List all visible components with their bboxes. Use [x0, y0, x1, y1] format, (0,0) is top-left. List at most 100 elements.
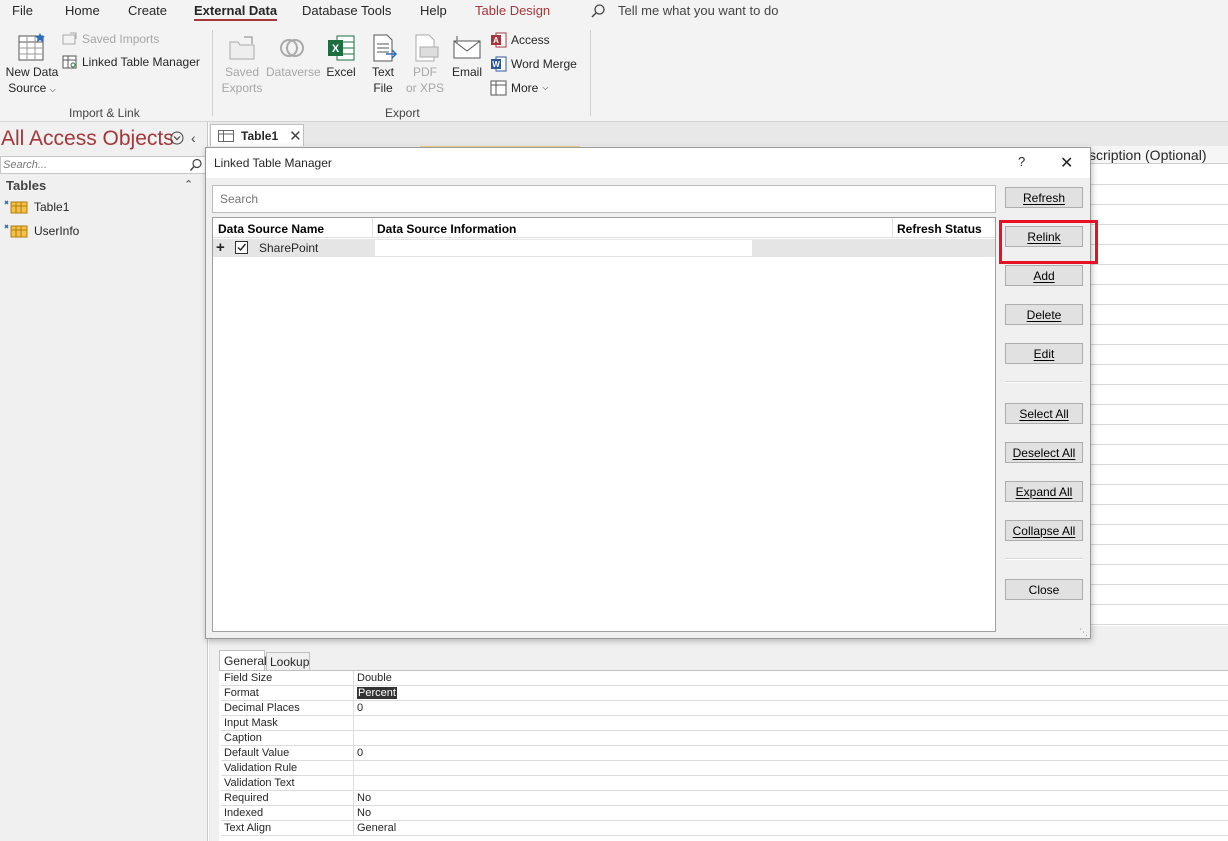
property-value[interactable]: Percent: [357, 687, 397, 699]
email-export-button[interactable]: Email: [448, 32, 486, 80]
nav-pane-title[interactable]: All Access Objects: [1, 127, 174, 151]
expand-icon[interactable]: +: [216, 239, 225, 256]
linked-table-manager-button[interactable]: Linked Table Manager: [62, 55, 200, 69]
property-row[interactable]: Format Percent: [221, 686, 1228, 701]
refresh-button[interactable]: Refresh: [1005, 187, 1083, 208]
select-all-button[interactable]: Select All: [1005, 403, 1083, 424]
property-row[interactable]: Required No: [221, 791, 1228, 806]
property-value[interactable]: No: [357, 792, 371, 804]
close-icon[interactable]: ✕: [289, 127, 302, 145]
pdf-xps-label-2: or XPS: [405, 81, 444, 95]
tab-table-design[interactable]: Table Design: [475, 3, 550, 18]
pdf-xps-export-button[interactable]: PDF or XPS: [404, 32, 446, 96]
saved-exports-icon: [229, 36, 255, 60]
dialog-titlebar: Linked Table Manager ? ✕: [206, 148, 1090, 178]
tab-home[interactable]: Home: [65, 3, 100, 18]
dialog-search-input[interactable]: [213, 186, 983, 212]
property-name: Indexed: [224, 807, 264, 819]
tab-external-data[interactable]: External Data: [194, 3, 278, 21]
lightbulb-search-icon[interactable]: [590, 3, 606, 22]
document-tab-table1[interactable]: Table1 ✕: [210, 124, 304, 146]
column-header-refresh-status[interactable]: Refresh Status: [897, 222, 982, 236]
property-tab-general[interactable]: General: [219, 650, 267, 670]
help-icon[interactable]: ?: [1018, 154, 1025, 169]
deselect-all-button[interactable]: Deselect All: [1005, 442, 1083, 463]
delete-button[interactable]: Delete: [1005, 304, 1083, 325]
close-button[interactable]: Close: [1005, 579, 1083, 600]
description-column-header: scription (Optional): [1089, 147, 1207, 163]
property-row[interactable]: Indexed No: [221, 806, 1228, 821]
property-name: Required: [224, 792, 269, 804]
dataverse-label: Dataverse: [266, 65, 321, 79]
edit-button[interactable]: Edit: [1005, 343, 1083, 364]
access-export-button[interactable]: A Access: [490, 32, 550, 48]
dialog-search-box[interactable]: [212, 185, 996, 213]
expand-all-button[interactable]: Expand All: [1005, 481, 1083, 502]
new-data-source-icon: [18, 33, 45, 61]
nav-item-table1[interactable]: Table1: [4, 200, 69, 214]
text-file-label-1: Text: [371, 65, 394, 79]
collapse-all-button[interactable]: Collapse All: [1005, 520, 1083, 541]
more-label: More: [511, 81, 539, 95]
property-name: Decimal Places: [224, 702, 300, 714]
more-icon: [490, 80, 507, 96]
nav-item-userinfo[interactable]: UserInfo: [4, 224, 79, 238]
property-divider: [353, 806, 354, 821]
property-value[interactable]: 0: [357, 702, 363, 714]
close-icon[interactable]: ✕: [1060, 153, 1073, 173]
tab-help[interactable]: Help: [420, 3, 447, 18]
row-checkbox[interactable]: [235, 241, 248, 254]
chevron-up-icon[interactable]: ⌃: [184, 178, 193, 191]
excel-export-button[interactable]: X Excel: [322, 32, 360, 80]
text-file-icon: [373, 34, 398, 62]
saved-exports-button[interactable]: Saved Exports: [220, 32, 264, 96]
property-value[interactable]: General: [357, 822, 396, 834]
linked-table-manager-label: Linked Table Manager: [82, 55, 200, 69]
property-divider: [353, 716, 354, 731]
import-link-group-label: Import & Link: [69, 106, 140, 120]
nav-search-input[interactable]: [1, 157, 181, 173]
property-row[interactable]: Decimal Places 0: [221, 701, 1228, 716]
column-header-data-source-info[interactable]: Data Source Information: [377, 222, 516, 236]
nav-section-tables[interactable]: Tables: [6, 178, 46, 193]
dataverse-button[interactable]: Dataverse: [266, 32, 321, 80]
property-tab-lookup[interactable]: Lookup: [266, 652, 310, 670]
text-file-label-2: File: [373, 81, 393, 95]
add-button[interactable]: Add: [1005, 265, 1083, 286]
property-row[interactable]: Text Align General: [221, 821, 1228, 836]
property-row[interactable]: Input Mask: [221, 716, 1228, 731]
saved-imports-button[interactable]: Saved Imports: [62, 32, 159, 46]
property-row[interactable]: Caption: [221, 731, 1228, 746]
tab-file[interactable]: File: [12, 3, 33, 18]
property-divider: [353, 701, 354, 716]
collapse-pane-icon[interactable]: ‹: [191, 130, 196, 146]
pdf-icon: [415, 34, 439, 62]
nav-item-label: UserInfo: [34, 224, 80, 238]
svg-text:W: W: [492, 60, 500, 69]
resize-grip-icon[interactable]: ⋱: [1079, 627, 1088, 638]
linked-table-manager-dialog: Linked Table Manager ? ✕ Data Source Nam…: [205, 147, 1098, 639]
dropdown-circle-icon[interactable]: [170, 131, 184, 148]
property-value[interactable]: Double: [357, 672, 392, 684]
new-data-source-button[interactable]: New Data Source ⌵: [4, 32, 60, 98]
new-data-source-label-1: New Data: [5, 65, 59, 79]
property-row[interactable]: Validation Text: [221, 776, 1228, 791]
search-icon[interactable]: [189, 158, 203, 175]
more-export-button[interactable]: More ⌵: [490, 80, 548, 96]
property-value[interactable]: No: [357, 807, 371, 819]
property-row[interactable]: Default Value 0: [221, 746, 1228, 761]
linked-table-manager-icon: [62, 55, 77, 69]
property-row[interactable]: Validation Rule: [221, 761, 1228, 776]
tab-database-tools[interactable]: Database Tools: [302, 3, 391, 18]
tab-create[interactable]: Create: [128, 3, 167, 18]
property-name: Caption: [224, 732, 262, 744]
data-source-list[interactable]: Data Source Name Data Source Information…: [212, 217, 996, 632]
tell-me-search[interactable]: Tell me what you want to do: [618, 3, 778, 18]
property-row[interactable]: Field Size Double: [221, 671, 1228, 686]
column-header-data-source-name[interactable]: Data Source Name: [218, 222, 324, 236]
property-value[interactable]: 0: [357, 747, 363, 759]
nav-search-box[interactable]: [0, 156, 206, 174]
text-file-export-button[interactable]: Text File: [364, 32, 402, 96]
word-merge-button[interactable]: W Word Merge: [490, 56, 577, 72]
list-item[interactable]: + SharePoint: [213, 239, 995, 257]
